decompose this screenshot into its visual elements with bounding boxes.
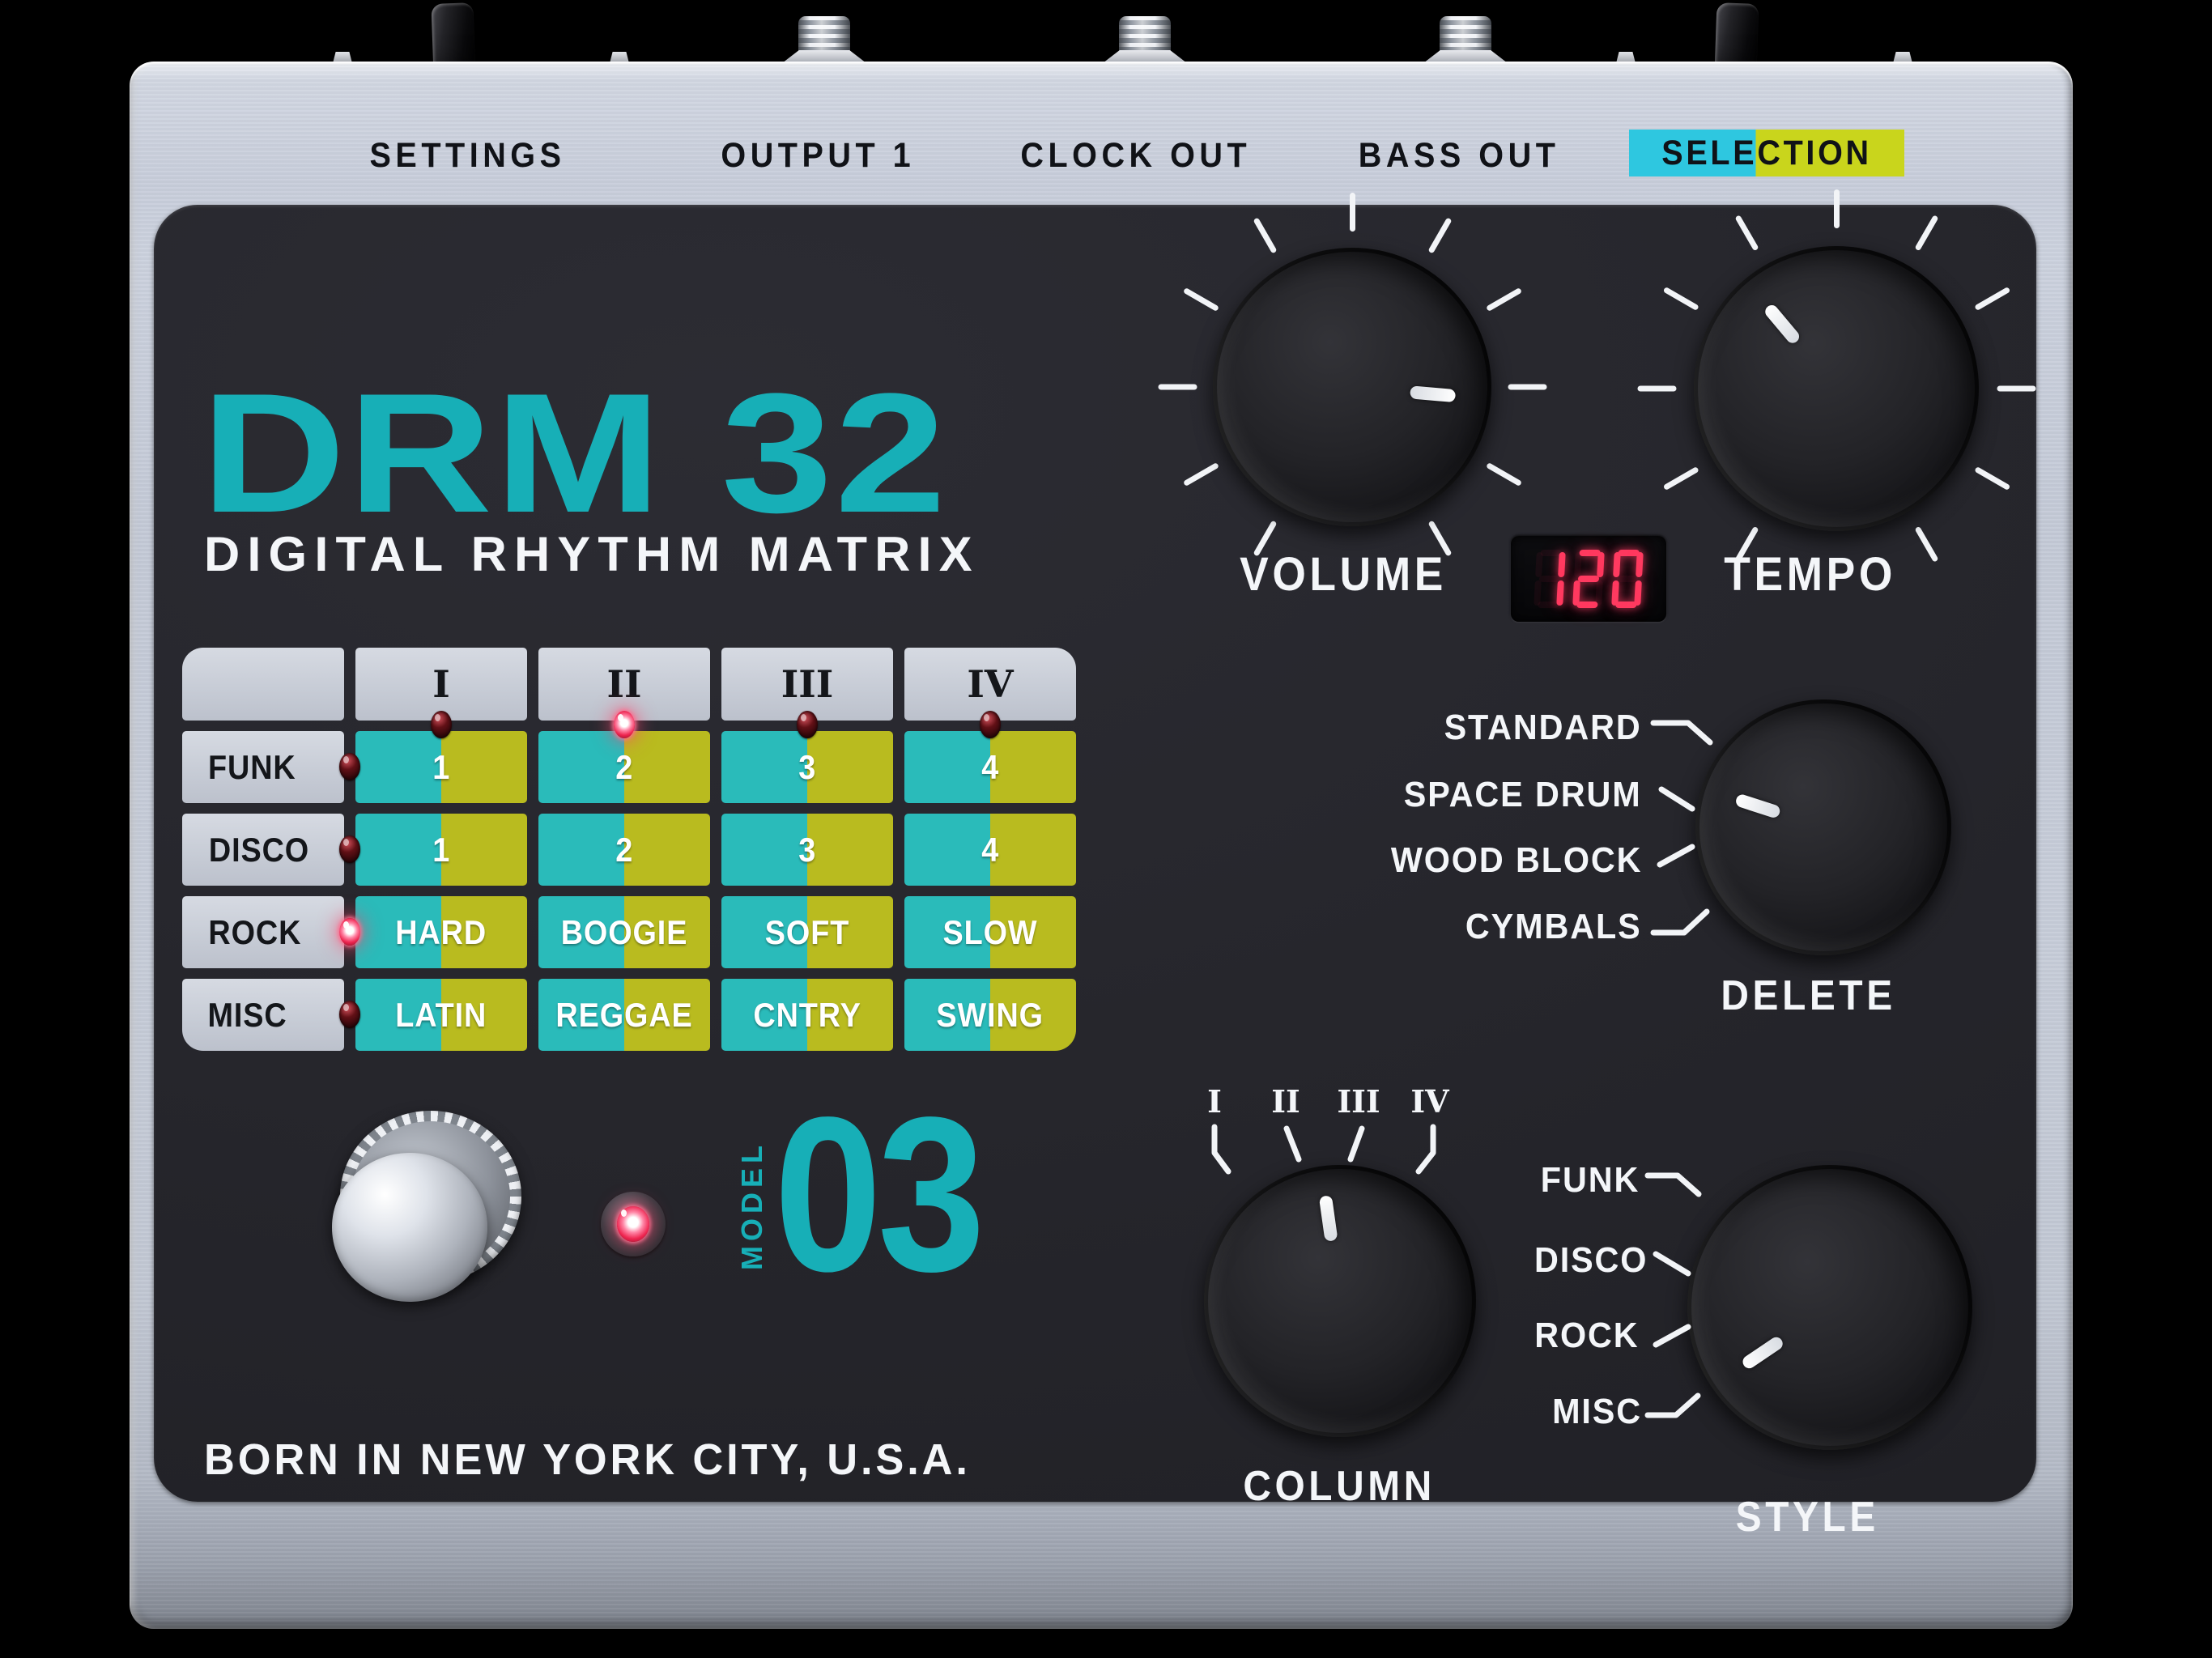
tempo-knob-pointer — [1763, 303, 1802, 346]
matrix-row-label: DISCO — [182, 814, 344, 886]
footswitch-led — [617, 1206, 649, 1242]
matrix-cell: BOOGIE — [538, 896, 710, 968]
bass-out-jack-label: BASS OUT — [1313, 136, 1605, 172]
matrix-cell: LATIN — [355, 979, 527, 1051]
volume-knob-pointer — [1410, 385, 1456, 402]
matrix-column-header: I — [355, 648, 527, 721]
clock-out-jack-label: CLOCK OUT — [990, 136, 1282, 172]
row-led-disco — [339, 835, 360, 863]
delete-knob[interactable] — [1695, 699, 1951, 955]
column-option-4: IV — [1393, 1083, 1466, 1120]
matrix-column-header: II — [538, 648, 710, 721]
settings-jack-label: SETTINGS — [322, 136, 614, 172]
matrix-cell: HARD — [355, 896, 527, 968]
column-led-1 — [431, 711, 452, 738]
column-option-1: I — [1178, 1083, 1251, 1120]
matrix-column-header: III — [721, 648, 893, 721]
matrix-cell: 3 — [721, 814, 893, 886]
delete-label: DELETE — [1623, 971, 1995, 1020]
matrix-corner-cell — [182, 648, 344, 721]
footswitch-led-bezel — [601, 1192, 666, 1256]
selection-jack-label-highlighted: SELECTION — [1629, 130, 1904, 176]
style-option-misc: MISC — [1253, 1392, 1642, 1432]
column-label: COLUMN — [1153, 1462, 1525, 1511]
tempo-knob[interactable] — [1694, 246, 1979, 531]
matrix-cell: 2 — [538, 814, 710, 886]
style-knob[interactable] — [1687, 1165, 1972, 1450]
column-option-2: II — [1249, 1083, 1322, 1120]
row-led-misc — [339, 1001, 360, 1028]
matrix-row-label: MISC — [182, 979, 344, 1051]
matrix-cell: SOFT — [721, 896, 893, 968]
device-title: DRM 32 — [201, 366, 948, 540]
row-led-funk — [339, 753, 360, 780]
delete-option-standard: STANDARD — [1253, 708, 1642, 748]
footswitch-button[interactable] — [332, 1153, 487, 1302]
tempo-display — [1511, 536, 1666, 622]
matrix-cell: 4 — [904, 814, 1076, 886]
column-led-4 — [980, 711, 1001, 738]
matrix-cell: SWING — [904, 979, 1076, 1051]
tempo-label: TEMPO — [1624, 547, 1997, 602]
drum-machine-device: SETTINGS OUTPUT 1 CLOCK OUT BASS OUT SEL… — [0, 0, 2212, 1658]
column-option-3: III — [1322, 1083, 1395, 1120]
origin-text: BORN IN NEW YORK CITY, U.S.A. — [204, 1435, 971, 1485]
volume-knob[interactable] — [1213, 248, 1491, 526]
delete-option-cymbals: CYMBALS — [1253, 907, 1642, 947]
style-option-rock: ROCK — [1251, 1316, 1640, 1356]
delete-option-wood-block: WOOD BLOCK — [1253, 840, 1642, 881]
matrix-cell: 4 — [904, 731, 1076, 803]
matrix-cell: 1 — [355, 814, 527, 886]
row-led-rock — [339, 918, 360, 946]
column-led-2 — [614, 711, 635, 738]
matrix-column-header: IV — [904, 648, 1076, 721]
matrix-cell: SLOW — [904, 896, 1076, 968]
delete-option-space-drum: SPACE DRUM — [1253, 775, 1642, 815]
matrix-cell: 2 — [538, 731, 710, 803]
style-option-disco: DISCO — [1259, 1240, 1648, 1281]
style-label: STYLE — [1621, 1493, 1993, 1541]
style-option-funk: FUNK — [1251, 1160, 1640, 1201]
matrix-cell: CNTRY — [721, 979, 893, 1051]
column-knob-pointer — [1319, 1195, 1338, 1242]
device-subtitle: DIGITAL RHYTHM MATRIX — [204, 528, 980, 581]
model-number: 03 — [774, 1106, 981, 1282]
matrix-cell: 3 — [721, 731, 893, 803]
rhythm-matrix-chart: I II III IV FUNK 1 2 3 4 DISCO 1 2 3 4 R… — [182, 648, 1076, 1051]
style-knob-pointer — [1740, 1335, 1784, 1371]
matrix-cell: 1 — [355, 731, 527, 803]
matrix-row-label: ROCK — [182, 896, 344, 968]
matrix-row-label: FUNK — [182, 731, 344, 803]
delete-knob-pointer — [1734, 793, 1781, 819]
column-led-3 — [797, 711, 818, 738]
matrix-cell: REGGAE — [538, 979, 710, 1051]
volume-label: VOLUME — [1157, 547, 1529, 602]
model-label: MODEL — [734, 1122, 771, 1289]
output1-jack-label: OUTPUT 1 — [672, 136, 963, 172]
